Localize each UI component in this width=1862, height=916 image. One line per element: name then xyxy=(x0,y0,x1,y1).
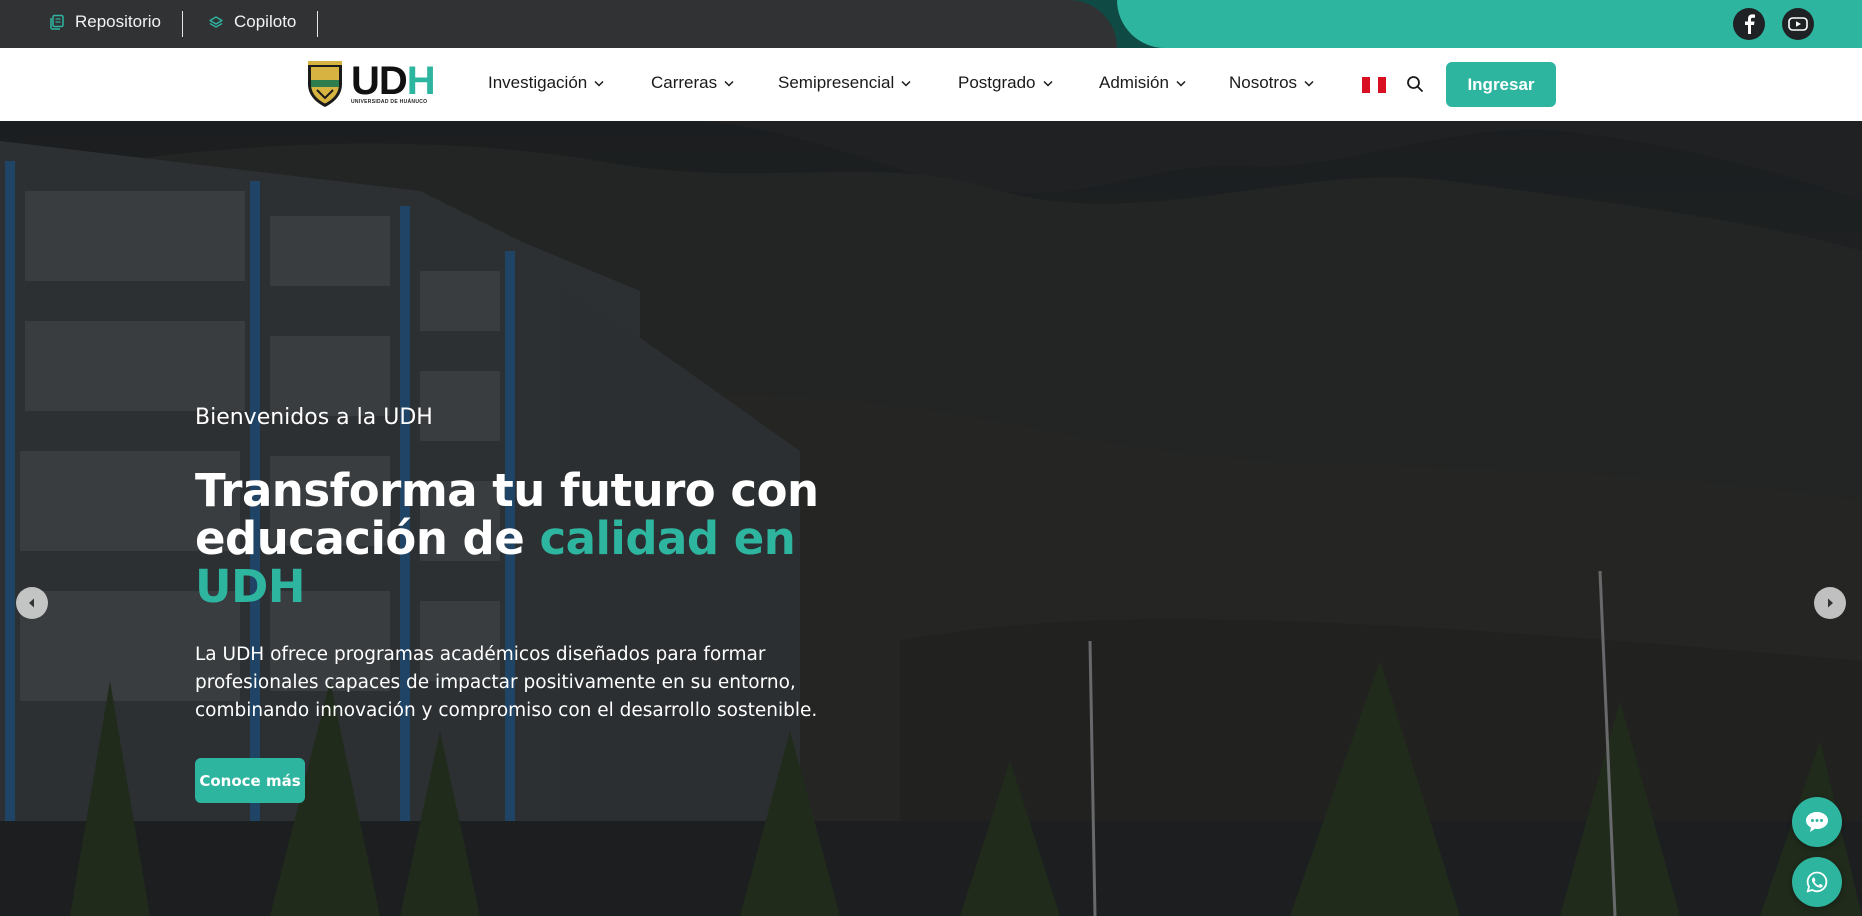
whatsapp-button[interactable] xyxy=(1792,857,1842,907)
peru-flag-icon[interactable] xyxy=(1362,77,1386,93)
nav-investigacion-label: Investigación xyxy=(488,73,588,92)
nav-nosotros-label: Nosotros xyxy=(1229,73,1298,92)
layers-icon xyxy=(208,14,224,30)
slider-prev-button[interactable] xyxy=(16,587,48,619)
facebook-icon[interactable] xyxy=(1733,8,1765,40)
nav-carreras[interactable]: Carreras xyxy=(651,73,734,93)
hero-description: La UDH ofrece programas académicos diseñ… xyxy=(195,644,818,721)
repositorio-label: Repositorio xyxy=(75,12,161,31)
copiloto-link[interactable]: Copiloto xyxy=(208,12,296,32)
nav-carreras-label: Carreras xyxy=(651,73,718,92)
repositorio-link[interactable]: Repositorio xyxy=(49,12,161,32)
top-bar-dark-section xyxy=(0,0,1117,48)
whatsapp-icon xyxy=(1806,871,1828,893)
main-navbar: UDH UNIVERSIDAD DE HUÁNUCO Investigación… xyxy=(0,48,1862,121)
nav-admision[interactable]: Admisión xyxy=(1099,73,1186,93)
nav-admision-label: Admisión xyxy=(1099,73,1169,92)
udh-logo[interactable]: UDH UNIVERSIDAD DE HUÁNUCO xyxy=(305,58,457,110)
hero-title: Transforma tu futuro con educación de ca… xyxy=(195,467,835,611)
hero-kicker: Bienvenidos a la UDH xyxy=(195,405,433,430)
nav-postgrado-label: Postgrado xyxy=(958,73,1036,92)
chevron-down-icon xyxy=(901,80,911,87)
chevron-down-icon xyxy=(594,80,604,87)
top-bar: Repositorio Copiloto xyxy=(0,0,1862,48)
conoce-mas-button[interactable]: Conoce más xyxy=(195,758,305,803)
logo-subtitle: UNIVERSIDAD DE HUÁNUCO xyxy=(351,99,428,105)
chevron-left-icon xyxy=(29,598,34,608)
nav-nosotros[interactable]: Nosotros xyxy=(1229,73,1314,93)
logo-wordmark: UDH xyxy=(351,59,436,103)
chevron-down-icon xyxy=(724,80,734,87)
copiloto-label: Copiloto xyxy=(234,12,297,31)
hero-slider: Bienvenidos a la UDH Transforma tu futur… xyxy=(0,121,1862,916)
login-button[interactable]: Ingresar xyxy=(1446,62,1556,107)
chat-button[interactable] xyxy=(1792,797,1842,847)
nav-postgrado[interactable]: Postgrado xyxy=(958,73,1053,93)
nav-semipresencial[interactable]: Semipresencial xyxy=(778,73,911,93)
nav-investigacion[interactable]: Investigación xyxy=(488,73,604,93)
chevron-down-icon xyxy=(1042,80,1053,87)
search-icon[interactable] xyxy=(1406,75,1424,98)
book-stack-icon xyxy=(49,14,65,30)
chat-bubble-icon xyxy=(1806,812,1828,832)
divider xyxy=(182,11,183,37)
slider-next-button[interactable] xyxy=(1814,587,1846,619)
shield-logo-icon xyxy=(308,61,342,107)
nav-semipresencial-label: Semipresencial xyxy=(778,73,895,92)
youtube-icon[interactable] xyxy=(1782,8,1814,40)
divider xyxy=(317,11,318,37)
chevron-right-icon xyxy=(1828,598,1833,608)
chevron-down-icon xyxy=(1304,80,1314,87)
chevron-down-icon xyxy=(1176,80,1186,87)
